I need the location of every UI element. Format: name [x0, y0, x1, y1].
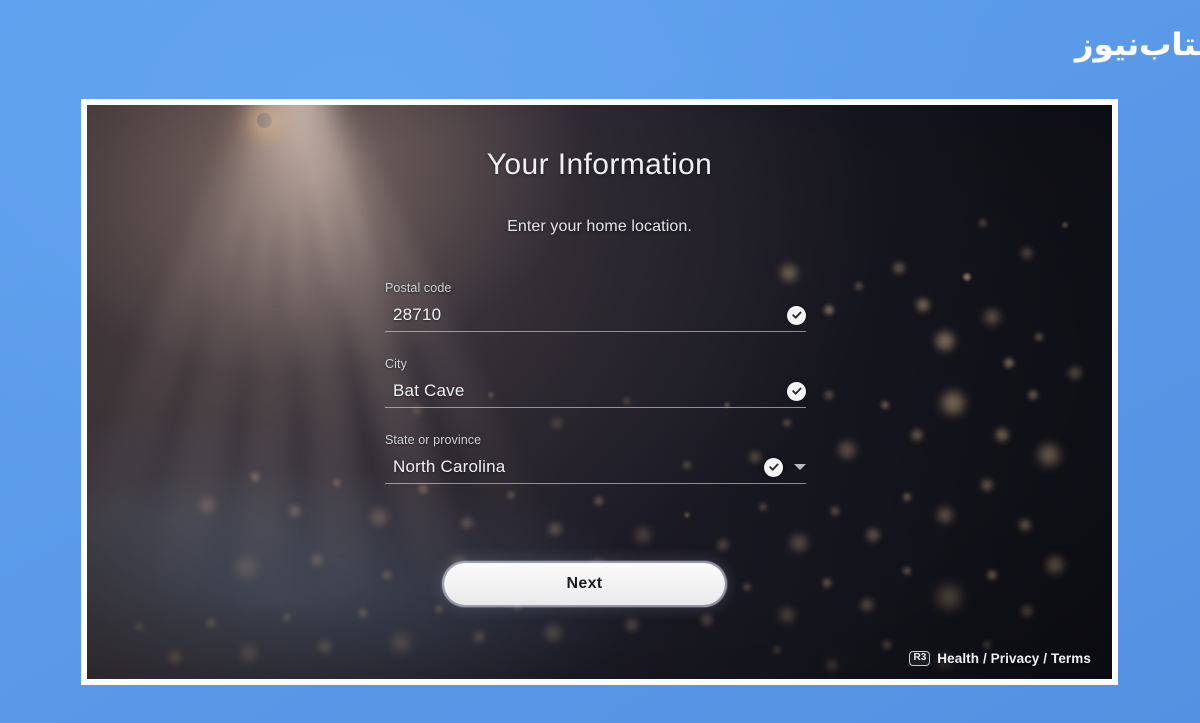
- setup-ui-layer: Your Information Enter your home locatio…: [87, 105, 1112, 679]
- page-backdrop: آفتاب‌نیوز Your Information Enter your: [0, 0, 1200, 723]
- footer-bar: R3 Health / Privacy / Terms: [909, 651, 1091, 666]
- form-field: City Bat Cave: [385, 357, 806, 408]
- chevron-down-icon[interactable]: [794, 464, 806, 470]
- page-title: Your Information: [486, 148, 713, 181]
- watermark-text: آفتاب‌نیوز: [1075, 26, 1200, 63]
- home-location-form: Postal code 28710 City Bat Cave State or pro…: [385, 281, 806, 509]
- field-label: Postal code: [385, 281, 452, 295]
- screenshot-frame: Your Information Enter your home locatio…: [81, 99, 1118, 685]
- site-watermark-logo: آفتاب‌نیوز: [1075, 18, 1200, 72]
- field-label: City: [385, 357, 407, 371]
- field-input-row[interactable]: 28710: [385, 299, 806, 332]
- footer-legal-links[interactable]: Health / Privacy / Terms: [937, 651, 1091, 666]
- check-circle-icon: [787, 305, 806, 325]
- field-value[interactable]: 28710: [385, 305, 787, 325]
- check-circle-icon: [787, 381, 806, 401]
- field-value[interactable]: Bat Cave: [385, 381, 787, 401]
- form-field: Postal code 28710: [385, 281, 806, 332]
- r3-button-hint-icon: R3: [909, 651, 931, 666]
- field-label: State or province: [385, 433, 482, 447]
- next-button[interactable]: Next: [444, 563, 725, 605]
- ps5-setup-screen: Your Information Enter your home locatio…: [87, 105, 1112, 679]
- check-circle-icon: [764, 457, 783, 477]
- field-input-row[interactable]: North Carolina: [385, 451, 806, 484]
- field-input-row[interactable]: Bat Cave: [385, 375, 806, 408]
- form-field: State or province North Carolina: [385, 433, 806, 484]
- field-value[interactable]: North Carolina: [385, 457, 764, 477]
- page-subtitle: Enter your home location.: [507, 218, 692, 235]
